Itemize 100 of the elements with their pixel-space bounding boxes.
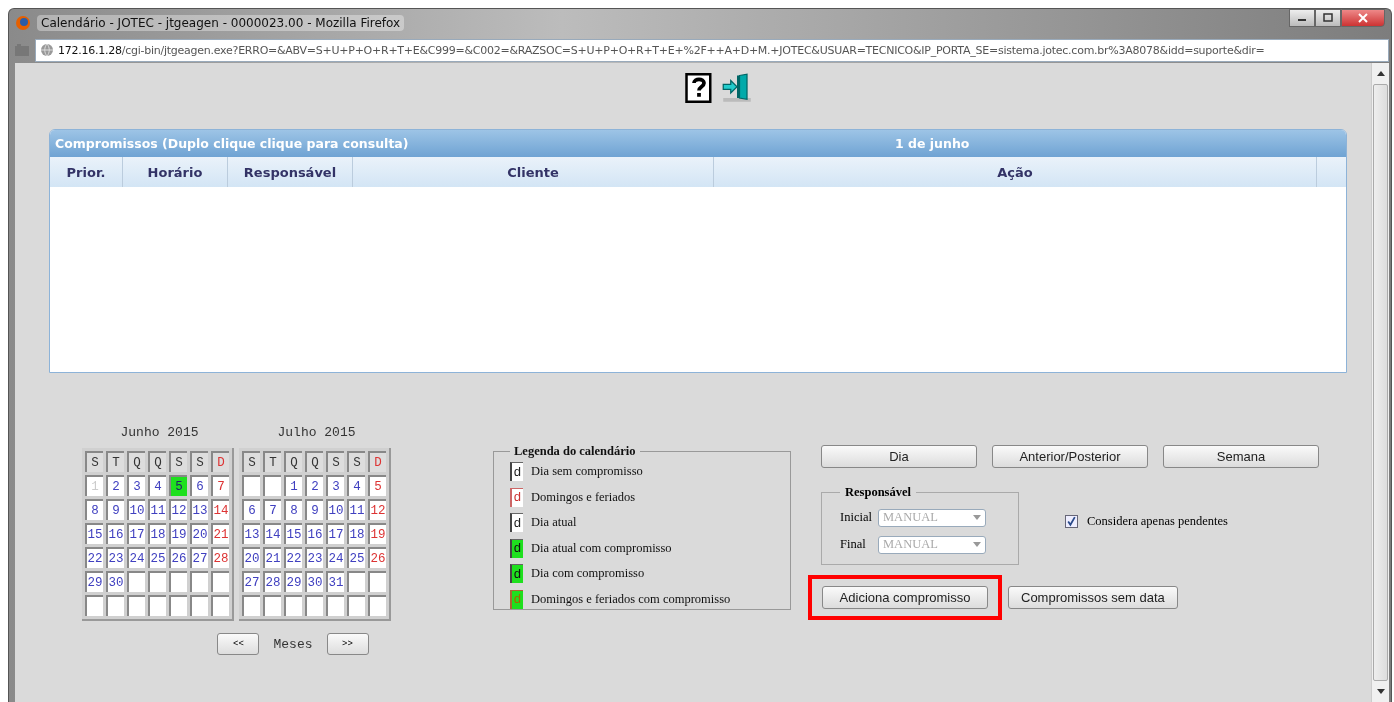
day-cell[interactable]: 5 <box>169 475 187 496</box>
view-button[interactable]: Semana <box>1163 445 1319 468</box>
day-cell[interactable]: 3 <box>127 475 145 496</box>
day-cell[interactable]: 14 <box>211 499 229 520</box>
help-icon[interactable] <box>684 73 714 103</box>
action-button[interactable]: Compromissos sem data <box>1008 586 1178 609</box>
day-cell[interactable]: 28 <box>263 571 281 592</box>
day-cell[interactable]: 7 <box>263 499 281 520</box>
day-cell[interactable]: 2 <box>305 475 323 496</box>
checkbox[interactable] <box>1065 514 1078 528</box>
previous-month-button[interactable]: << <box>217 633 260 655</box>
view-button[interactable]: Dia <box>821 445 977 468</box>
day-cell[interactable]: 16 <box>305 523 323 544</box>
day-cell[interactable]: 3 <box>326 475 344 496</box>
day-cell[interactable]: 9 <box>106 499 124 520</box>
next-month-button[interactable]: >> <box>326 633 369 655</box>
maximize-icon <box>1323 13 1333 23</box>
column-header[interactable]: Horário <box>123 157 228 187</box>
day-cell[interactable]: 30 <box>106 571 124 592</box>
weekday-header: T <box>263 451 281 472</box>
minimize-button[interactable] <box>1289 9 1315 27</box>
close-button[interactable] <box>1341 9 1385 27</box>
view-button[interactable]: Anterior/Posterior <box>992 445 1148 468</box>
day-cell[interactable]: 17 <box>326 523 344 544</box>
legend-swatch: d <box>510 513 523 533</box>
day-cell[interactable]: 14 <box>263 523 281 544</box>
day-cell[interactable]: 27 <box>190 547 208 568</box>
scroll-up-icon[interactable] <box>1376 71 1385 76</box>
day-cell[interactable]: 13 <box>190 499 208 520</box>
day-cell[interactable]: 20 <box>190 523 208 544</box>
day-cell[interactable]: 13 <box>242 523 260 544</box>
day-cell[interactable]: 18 <box>347 523 365 544</box>
day-cell[interactable]: 22 <box>85 547 103 568</box>
column-header[interactable]: Ação <box>714 157 1317 187</box>
day-cell[interactable]: 26 <box>169 547 187 568</box>
weekday-header: Q <box>148 451 166 472</box>
day-cell[interactable]: 7 <box>211 475 229 496</box>
day-cell[interactable]: 29 <box>85 571 103 592</box>
day-cell[interactable]: 2 <box>106 475 124 496</box>
legend-title: Legenda do calendário <box>513 444 637 459</box>
address-bar[interactable]: 172.16.1.28/cgi-bin/jtgeagen.exe?ERRO=&ABV=S+U+P+O+R+T+E&C999=&C002=&RAZSOC=S+U+P+O+R+T+E+%2F++A+D+M.+JOTEC&USUAR=TECNICO&IP_PORTA_SE=sistema.jotec.com.br%3A8078&idd=suporte&dir= <box>35 38 1389 62</box>
column-header[interactable]: Responsável <box>228 157 353 187</box>
day-cell[interactable]: 11 <box>148 499 166 520</box>
globe-icon <box>40 43 54 57</box>
day-cell[interactable]: 15 <box>85 523 103 544</box>
day-cell[interactable]: 8 <box>284 499 302 520</box>
maximize-button[interactable] <box>1315 9 1341 27</box>
day-cell[interactable]: 11 <box>347 499 365 520</box>
group-title: Responsável <box>844 485 912 500</box>
day-cell[interactable]: 15 <box>284 523 302 544</box>
exit-door-icon[interactable] <box>722 73 752 103</box>
day-cell[interactable]: 18 <box>148 523 166 544</box>
day-cell[interactable]: 31 <box>326 571 344 592</box>
weekday-header: T <box>106 451 124 472</box>
legend-label: Dia com compromisso <box>531 566 645 582</box>
day-cell[interactable]: 9 <box>305 499 323 520</box>
day-cell[interactable]: 19 <box>169 523 187 544</box>
close-icon <box>1358 13 1368 23</box>
checkbox-label: Considera apenas pendentes <box>1087 513 1228 529</box>
day-cell[interactable]: 16 <box>106 523 124 544</box>
day-cell[interactable]: 20 <box>242 547 260 568</box>
scrollbar[interactable] <box>1371 63 1389 702</box>
field-label: Final <box>840 537 867 552</box>
day-cell[interactable]: 26 <box>368 547 386 568</box>
day-cell[interactable]: 24 <box>127 547 145 568</box>
day-cell[interactable]: 22 <box>284 547 302 568</box>
day-cell[interactable]: 21 <box>263 547 281 568</box>
day-cell[interactable]: 27 <box>242 571 260 592</box>
day-cell[interactable]: 30 <box>305 571 323 592</box>
action-button[interactable]: Adiciona compromisso <box>822 586 988 609</box>
browser-logo-icon <box>15 15 31 31</box>
weekday-header: D <box>368 451 386 472</box>
day-cell[interactable]: 24 <box>326 547 344 568</box>
day-cell[interactable]: 25 <box>347 547 365 568</box>
legend-label: Dia atual <box>531 515 577 531</box>
day-cell[interactable]: 25 <box>148 547 166 568</box>
day-cell[interactable]: 4 <box>347 475 365 496</box>
day-cell[interactable]: 10 <box>326 499 344 520</box>
day-cell[interactable]: 8 <box>85 499 103 520</box>
legend-swatch: d <box>510 538 523 558</box>
day-cell[interactable]: 4 <box>148 475 166 496</box>
day-cell[interactable]: 5 <box>368 475 386 496</box>
day-cell[interactable]: 21 <box>211 523 229 544</box>
column-header[interactable]: Prior. <box>50 157 123 187</box>
day-cell[interactable]: 6 <box>242 499 260 520</box>
day-cell[interactable]: 19 <box>368 523 386 544</box>
scroll-down-icon[interactable] <box>1376 689 1385 694</box>
day-cell[interactable]: 29 <box>284 571 302 592</box>
day-cell[interactable]: 17 <box>127 523 145 544</box>
day-cell[interactable]: 12 <box>368 499 386 520</box>
day-cell[interactable]: 12 <box>169 499 187 520</box>
day-cell[interactable]: 1 <box>284 475 302 496</box>
column-header[interactable]: Cliente <box>353 157 714 187</box>
day-cell[interactable]: 10 <box>127 499 145 520</box>
day-cell[interactable]: 23 <box>305 547 323 568</box>
day-cell[interactable]: 23 <box>106 547 124 568</box>
weekday-header: S <box>242 451 260 472</box>
day-cell[interactable]: 6 <box>190 475 208 496</box>
legend-swatch: d <box>510 462 523 482</box>
day-cell[interactable]: 28 <box>211 547 229 568</box>
